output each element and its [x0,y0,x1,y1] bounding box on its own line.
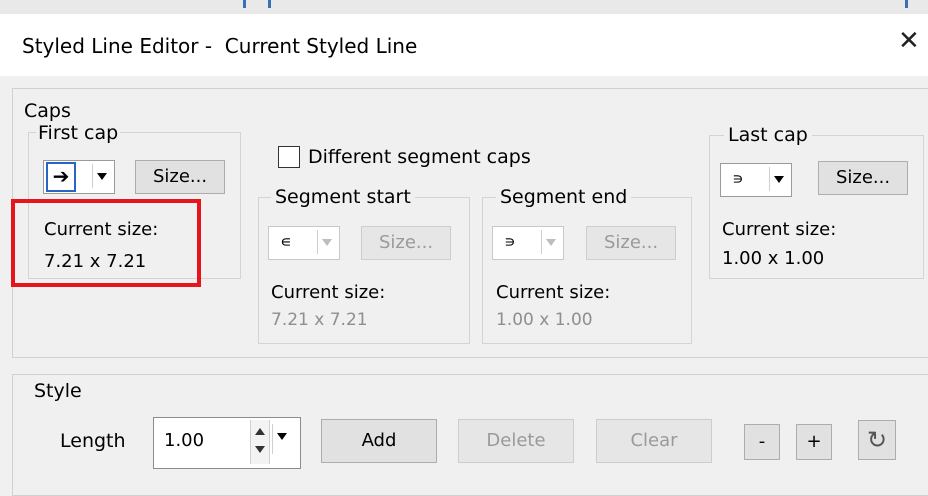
strip-marker [268,0,271,8]
arrow-cap-icon: ➔ [46,162,76,192]
segment-end-current-size-value: 1.00 x 1.00 [496,310,593,330]
first-cap-label: First cap [36,122,121,144]
chevron-down-icon[interactable] [272,424,291,454]
length-value: 1.00 [164,430,205,451]
last-cap-icon: ∍ [732,169,744,188]
segment-end-label: Segment end [496,186,632,208]
length-label: Length [60,430,126,452]
last-cap-size-button[interactable]: Size... [818,161,908,195]
chevron-down-icon [541,230,560,254]
last-cap-current-size-value: 1.00 x 1.00 [722,248,825,269]
chevron-down-icon[interactable] [769,167,788,191]
segment-end-size-button[interactable]: Size... [586,226,676,260]
first-cap-size-button[interactable]: Size... [135,160,225,194]
segment-end-current-size-label: Current size: [496,282,611,303]
add-button[interactable]: Add [321,419,437,463]
delete-button[interactable]: Delete [458,419,574,463]
highlight-box [11,199,201,287]
segment-start-cap-icon: ∊ [280,232,292,251]
reset-icon[interactable]: ↻ [858,420,896,460]
chevron-down-icon [317,230,336,254]
chevron-down-icon[interactable] [92,164,111,188]
segment-start-current-size-label: Current size: [271,282,386,303]
segment-start-size-button[interactable]: Size... [361,226,451,260]
first-cap-combo[interactable]: ➔ [43,160,115,194]
different-segment-caps-label: Different segment caps [308,146,531,168]
different-segment-caps-checkbox[interactable] [278,146,300,168]
plus-button[interactable]: + [796,424,832,460]
segment-start-label: Segment start [271,186,415,208]
clear-button[interactable]: Clear [596,419,712,463]
close-icon[interactable]: ✕ [898,28,920,54]
last-cap-combo[interactable]: ∍ [720,163,792,197]
segment-end-combo[interactable]: ∍ [492,226,564,260]
strip-marker [905,0,908,8]
caps-group-label: Caps [24,100,71,122]
last-cap-label: Last cap [724,124,812,146]
window-title: Styled Line Editor - Current Styled Line [22,34,418,58]
length-input[interactable]: 1.00 [153,417,301,469]
background-window-strip [0,0,928,15]
strip-marker [243,0,246,8]
segment-end-cap-icon: ∍ [504,232,516,251]
segment-start-current-size-value: 7.21 x 7.21 [271,310,368,330]
segment-start-combo[interactable]: ∊ [268,226,340,260]
length-spinner[interactable] [250,420,270,464]
style-group-label: Style [34,380,82,402]
minus-button[interactable]: - [744,424,780,460]
last-cap-current-size-label: Current size: [722,219,837,240]
